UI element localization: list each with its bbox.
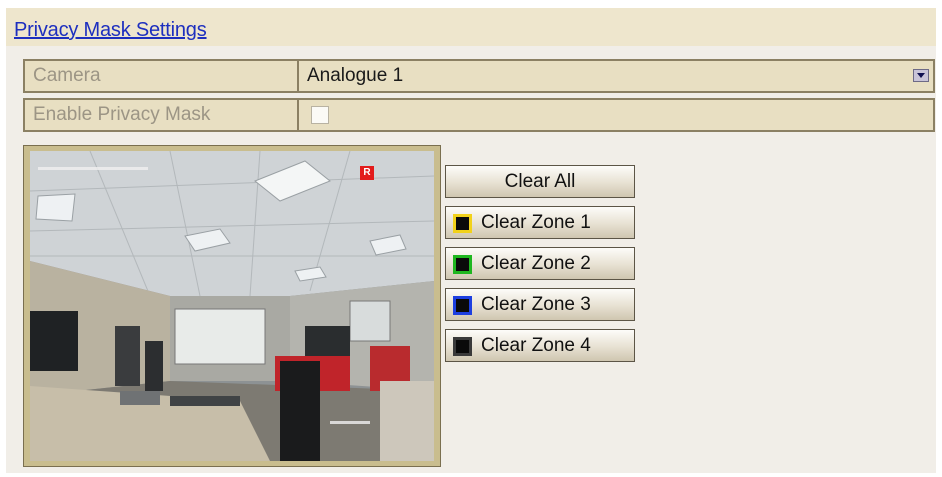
clear-zone-2-label: Clear Zone 2	[481, 253, 591, 274]
camera-label: Camera	[25, 61, 299, 91]
clear-zone-1-label: Clear Zone 1	[481, 212, 591, 233]
clear-zone-4-button[interactable]: Clear Zone 4	[445, 329, 635, 362]
chevron-down-icon[interactable]	[913, 69, 929, 82]
camera-select[interactable]: Analogue 1	[301, 61, 933, 91]
camera-preview[interactable]: R	[30, 151, 434, 461]
enable-privacy-mask-label: Enable Privacy Mask	[25, 100, 299, 130]
record-indicator: R	[360, 166, 374, 180]
zone-1-color-icon	[453, 214, 472, 233]
title-bar: Privacy Mask Settings	[6, 8, 936, 46]
page-title: Privacy Mask Settings	[14, 19, 207, 41]
clear-zone-3-label: Clear Zone 3	[481, 294, 591, 315]
camera-select-value: Analogue 1	[307, 65, 404, 86]
clear-zone-2-button[interactable]: Clear Zone 2	[445, 247, 635, 280]
camera-row: Camera Analogue 1	[23, 59, 935, 93]
clear-all-label: Clear All	[504, 171, 576, 192]
zone-3-color-icon	[453, 296, 472, 315]
zone-2-color-icon	[453, 255, 472, 274]
preview-frame: R	[23, 145, 441, 467]
clear-zone-4-label: Clear Zone 4	[481, 335, 591, 356]
privacy-mask-panel: Privacy Mask Settings Camera Analogue 1 …	[6, 8, 936, 473]
camera-preview-image	[30, 151, 434, 461]
zone-4-color-icon	[453, 337, 472, 356]
clear-all-button[interactable]: Clear All	[445, 165, 635, 198]
enable-privacy-mask-value	[301, 100, 933, 130]
clear-zone-3-button[interactable]: Clear Zone 3	[445, 288, 635, 321]
enable-privacy-mask-row: Enable Privacy Mask	[23, 98, 935, 132]
enable-privacy-mask-checkbox[interactable]	[311, 106, 329, 124]
clear-zone-1-button[interactable]: Clear Zone 1	[445, 206, 635, 239]
